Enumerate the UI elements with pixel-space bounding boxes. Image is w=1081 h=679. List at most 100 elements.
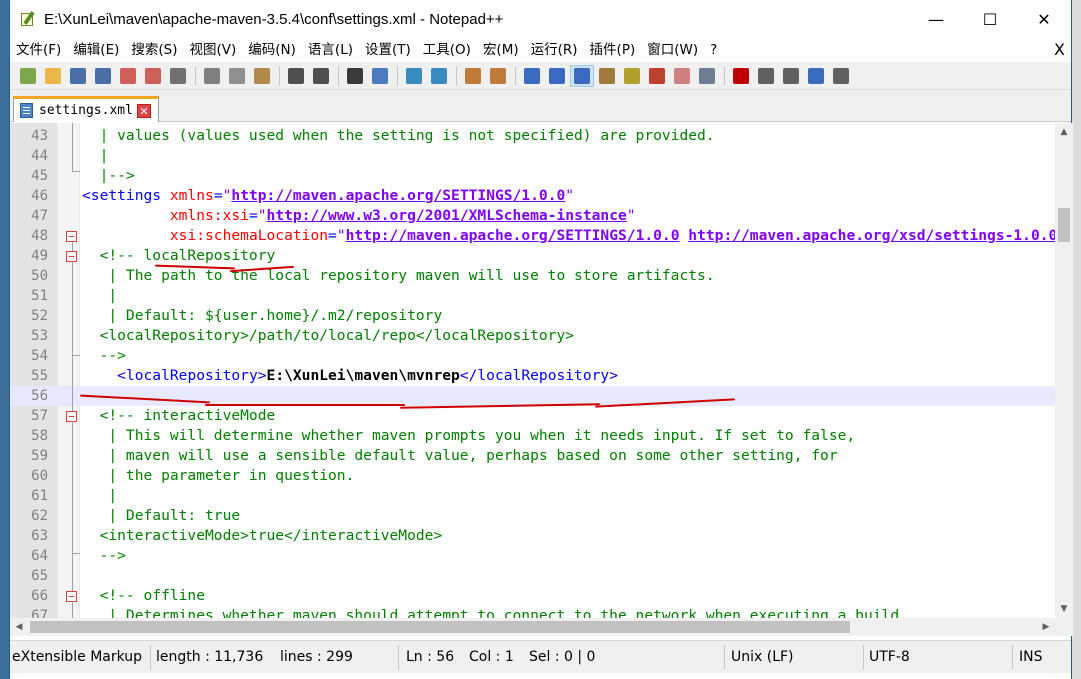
code-line[interactable]: 62 | Default: true	[10, 506, 1055, 526]
monitoring-button[interactable]	[695, 65, 719, 87]
menu-item-4[interactable]: 编码(N)	[242, 38, 302, 62]
notepadpp-app-icon[interactable]	[20, 11, 36, 27]
paste-button[interactable]	[250, 65, 274, 87]
line-number: 59	[31, 448, 48, 464]
play-macro-button[interactable]	[779, 65, 803, 87]
code-line[interactable]: 58 | This will determine whether maven p…	[10, 426, 1055, 446]
status-insert-mode[interactable]: INS	[1019, 641, 1043, 674]
code-line[interactable]: 65	[10, 566, 1055, 586]
undo-button[interactable]	[284, 65, 308, 87]
code-line[interactable]: 56	[10, 386, 1055, 406]
menu-item-10[interactable]: 插件(P)	[584, 38, 642, 62]
record-macro-button[interactable]	[729, 65, 753, 87]
toolbar-separator	[397, 65, 398, 86]
code-line[interactable]: 63 <interactiveMode>true</interactiveMod…	[10, 526, 1055, 546]
code-line[interactable]: 67 | Determines whether maven should att…	[10, 606, 1055, 618]
menu-item-6[interactable]: 设置(T)	[359, 38, 417, 62]
doc-map-button[interactable]	[595, 65, 619, 87]
code-line[interactable]: 43 | values (values used when the settin…	[10, 126, 1055, 146]
code-line[interactable]: 50 | The path to the local repository ma…	[10, 266, 1055, 286]
indent-guide-button[interactable]	[570, 64, 594, 87]
menu-item-3[interactable]: 视图(V)	[184, 38, 243, 62]
menu-item-7[interactable]: 工具(O)	[417, 38, 477, 62]
line-number: 64	[31, 548, 48, 564]
horizontal-scroll-thumb[interactable]	[30, 621, 850, 633]
code-text: <localRepository>/path/to/local/repo</lo…	[82, 327, 575, 344]
title-bar[interactable]: E:\XunLei\maven\apache-maven-3.5.4\conf\…	[10, 0, 1071, 38]
cut-button[interactable]	[200, 65, 224, 87]
word-wrap-button[interactable]	[520, 65, 544, 87]
scroll-left-arrow-icon[interactable]: ◀	[10, 618, 28, 636]
open-file-button[interactable]	[41, 65, 65, 87]
code-line[interactable]: 66 <!-- offline	[10, 586, 1055, 606]
tab-settings-xml[interactable]: settings.xml ✕	[13, 96, 159, 122]
copy-button[interactable]	[225, 65, 249, 87]
function-list-button[interactable]	[645, 65, 669, 87]
code-line[interactable]: 59 | maven will use a sensible default v…	[10, 446, 1055, 466]
minimize-button[interactable]: —	[909, 0, 963, 38]
code-line[interactable]: 53 <localRepository>/path/to/local/repo<…	[10, 326, 1055, 346]
status-encoding[interactable]: UTF-8	[869, 641, 910, 674]
menu-item-5[interactable]: 语言(L)	[302, 38, 359, 62]
close-all-button[interactable]	[141, 65, 165, 87]
menu-item-11[interactable]: 窗口(W)	[641, 38, 704, 62]
zoom-in-button[interactable]	[402, 65, 426, 87]
close-window-button[interactable]: ✕	[1017, 0, 1071, 38]
sync-vertical-button[interactable]	[461, 65, 485, 87]
code-line[interactable]: 55 <localRepository>E:\XunLei\maven\mvnr…	[10, 366, 1055, 386]
run-macro-multiple-button[interactable]	[804, 65, 828, 87]
user-language-button[interactable]	[620, 65, 644, 87]
code-line[interactable]: 52 | Default: ${user.home}/.m2/repositor…	[10, 306, 1055, 326]
close-button[interactable]	[116, 65, 140, 87]
code-line[interactable]: 44 |	[10, 146, 1055, 166]
menu-item-12[interactable]: ?	[704, 38, 723, 62]
close-document-button[interactable]: X	[1054, 38, 1065, 62]
code-line[interactable]: 57 <!-- interactiveMode	[10, 406, 1055, 426]
show-all-chars-button[interactable]	[545, 65, 569, 87]
stop-record-button[interactable]	[754, 65, 778, 87]
code-line[interactable]: 51 |	[10, 286, 1055, 306]
menu-item-1[interactable]: 编辑(E)	[67, 38, 125, 62]
save-all-button[interactable]	[91, 65, 115, 87]
code-line[interactable]: 48 xsi:schemaLocation="http://maven.apac…	[10, 226, 1055, 246]
code-text: |	[82, 147, 109, 164]
line-number: 62	[31, 508, 48, 524]
maximize-button[interactable]: ☐	[963, 0, 1017, 38]
new-file-button[interactable]	[16, 65, 40, 87]
code-line[interactable]: 64 -->	[10, 546, 1055, 566]
code-line[interactable]: 47 xmlns:xsi="http://www.w3.org/2001/XML…	[10, 206, 1055, 226]
replace-button[interactable]	[368, 65, 392, 87]
print-button[interactable]	[166, 65, 190, 87]
scroll-down-arrow-icon[interactable]: ▼	[1055, 600, 1073, 618]
scroll-up-arrow-icon[interactable]: ▲	[1055, 123, 1073, 141]
code-line[interactable]: 46 <settings xmlns="http://maven.apache.o…	[10, 186, 1055, 206]
tab-close-icon[interactable]: ✕	[136, 103, 151, 118]
code-line[interactable]: 45 |-->	[10, 166, 1055, 186]
vertical-scrollbar[interactable]: ▲ ▼	[1055, 123, 1073, 618]
sync-horizontal-button[interactable]	[486, 65, 510, 87]
code-line[interactable]: 54 -->	[10, 346, 1055, 366]
zoom-out-button[interactable]	[427, 65, 451, 87]
code-line[interactable]: 61 |	[10, 486, 1055, 506]
find-button[interactable]	[343, 65, 367, 87]
menu-item-8[interactable]: 宏(M)	[477, 38, 525, 62]
fold-toggle-icon[interactable]	[66, 251, 77, 262]
horizontal-scrollbar[interactable]: ◀ ▶	[10, 618, 1055, 636]
folder-workspace-button[interactable]	[670, 65, 694, 87]
text-editor[interactable]: 43 | values (values used when the settin…	[10, 123, 1055, 618]
undo-icon	[288, 67, 304, 84]
redo-button[interactable]	[309, 65, 333, 87]
status-eol[interactable]: Unix (LF)	[731, 641, 794, 674]
menu-item-2[interactable]: 搜索(S)	[125, 38, 183, 62]
menu-item-9[interactable]: 运行(R)	[525, 38, 584, 62]
save-button[interactable]	[66, 65, 90, 87]
status-bar: eXtensible Markup length : 11,736 lines …	[10, 640, 1071, 673]
fold-toggle-icon[interactable]	[66, 231, 77, 242]
vertical-scroll-thumb[interactable]	[1058, 208, 1070, 242]
save-macro-button[interactable]	[829, 65, 853, 87]
menu-item-0[interactable]: 文件(F)	[10, 38, 67, 62]
line-number: 48	[31, 228, 48, 244]
scroll-right-arrow-icon[interactable]: ▶	[1037, 618, 1055, 636]
code-line[interactable]: 60 | the parameter in question.	[10, 466, 1055, 486]
code-line[interactable]: 49 <!-- localRepository	[10, 246, 1055, 266]
